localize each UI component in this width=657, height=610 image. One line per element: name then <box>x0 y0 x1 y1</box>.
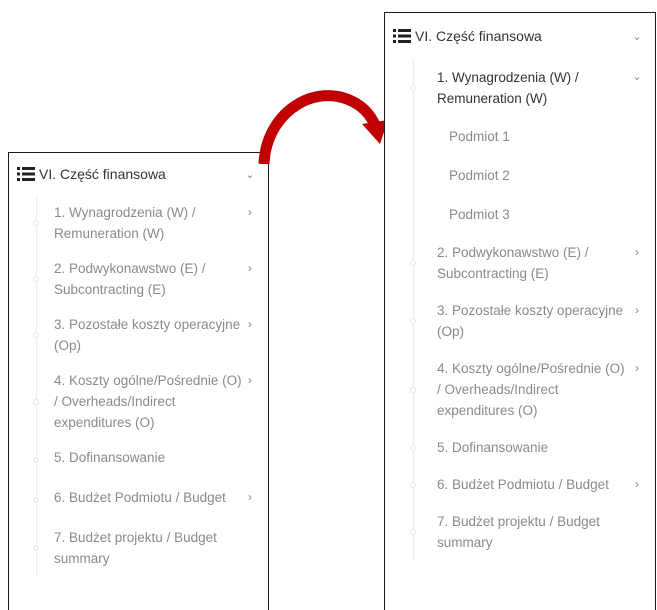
menu-item-remuneration[interactable]: 1. Wynagrodzenia (W) / Remuneration (W) … <box>9 195 268 251</box>
menu-item-subcontracting[interactable]: 2. Podwykonawstwo (E) / Subcontracting (… <box>9 251 268 307</box>
menu-items: 1. Wynagrodzenia (W) / Remuneration (W) … <box>385 59 655 561</box>
bullet-dot-icon <box>33 545 39 551</box>
curved-arrow-icon <box>258 90 388 165</box>
chevron-right-icon: › <box>635 303 639 317</box>
chevron-right-icon: › <box>248 490 252 504</box>
bullet-dot-icon <box>410 386 416 393</box>
menu-item-label: 1. Wynagrodzenia (W) / Remuneration (W) <box>54 205 196 241</box>
menu-item-label: 2. Podwykonawstwo (E) / Subcontracting (… <box>54 261 206 297</box>
finance-section-header[interactable]: VI. Część finansowa ⌄ <box>385 13 655 59</box>
section-title: VI. Część finansowa <box>415 28 542 44</box>
menu-item-overheads[interactable]: 4. Koszty ogólne/Pośrednie (O) / Overhea… <box>9 363 268 440</box>
chevron-down-icon: ⌄ <box>632 71 642 83</box>
menu-item-label: 3. Pozostałe koszty operacyjne (Op) <box>54 317 241 353</box>
section-title: VI. Część finansowa <box>39 166 166 182</box>
bullet-dot-icon <box>33 332 39 338</box>
list-icon <box>17 167 35 181</box>
chevron-right-icon: › <box>248 373 252 387</box>
submenu-item-podmiot-3[interactable]: Podmiot 3 <box>385 195 655 234</box>
menu-item-cofinancing[interactable]: 5. Dofinansowanie <box>9 440 268 480</box>
menu-item-label: 6. Budżet Podmiotu / Budget <box>437 477 609 492</box>
menu-item-label: 7. Budżet projektu / Budget summary <box>54 530 217 566</box>
bullet-dot-icon <box>410 85 416 91</box>
menu-item-label: 3. Pozostałe koszty operacyjne (Op) <box>437 303 624 339</box>
menu-item-project-budget[interactable]: 7. Budżet projektu / Budget summary <box>385 503 655 561</box>
bullet-dot-icon <box>33 276 39 282</box>
bullet-dot-icon <box>33 398 39 405</box>
menu-items: 1. Wynagrodzenia (W) / Remuneration (W) … <box>9 195 268 576</box>
bullet-dot-icon <box>410 260 416 266</box>
bullet-dot-icon <box>33 457 39 463</box>
submenu-item-podmiot-1[interactable]: Podmiot 1 <box>385 117 655 156</box>
menu-item-remuneration-expanded[interactable]: 1. Wynagrodzenia (W) / Remuneration (W) … <box>385 59 655 117</box>
menu-item-cofinancing[interactable]: 5. Dofinansowanie <box>385 429 655 466</box>
menu-item-subcontracting[interactable]: 2. Podwykonawstwo (E) / Subcontracting (… <box>385 234 655 292</box>
list-icon <box>393 29 411 43</box>
menu-item-label: 4. Koszty ogólne/Pośrednie (O) / Overhea… <box>54 373 242 430</box>
chevron-right-icon: › <box>635 477 639 491</box>
submenu-item-podmiot-2[interactable]: Podmiot 2 <box>385 156 655 195</box>
finance-section-header[interactable]: VI. Część finansowa ⌄ <box>9 153 268 195</box>
bullet-dot-icon <box>410 444 416 451</box>
chevron-right-icon: › <box>635 245 639 259</box>
menu-item-label: 2. Podwykonawstwo (E) / Subcontracting (… <box>437 245 589 281</box>
finance-menu-expanded: VI. Część finansowa ⌄ 1. Wynagrodzenia (… <box>384 12 656 610</box>
menu-item-label: 5. Dofinansowanie <box>437 440 549 455</box>
chevron-right-icon: › <box>248 317 252 331</box>
bullet-dot-icon <box>410 318 416 324</box>
chevron-down-icon: ⌄ <box>632 30 642 43</box>
chevron-right-icon: › <box>635 361 639 375</box>
menu-item-operating-costs[interactable]: 3. Pozostałe koszty operacyjne (Op) › <box>385 292 655 350</box>
bullet-dot-icon <box>410 481 416 488</box>
bullet-dot-icon <box>410 529 416 535</box>
chevron-right-icon: › <box>248 261 252 275</box>
menu-item-label: 7. Budżet projektu / Budget summary <box>437 514 600 550</box>
menu-item-label: 1. Wynagrodzenia (W) / Remuneration (W) <box>437 70 579 106</box>
bullet-dot-icon <box>33 220 39 226</box>
menu-item-entity-budget[interactable]: 6. Budżet Podmiotu / Budget › <box>385 466 655 503</box>
menu-item-project-budget[interactable]: 7. Budżet projektu / Budget summary <box>9 520 268 576</box>
menu-item-label: 6. Budżet Podmiotu / Budget <box>54 490 226 505</box>
screenshot-stage: VI. Część finansowa ⌄ 1. Wynagrodzenia (… <box>0 0 657 610</box>
finance-menu-collapsed: VI. Część finansowa ⌄ 1. Wynagrodzenia (… <box>8 152 269 610</box>
menu-item-overheads[interactable]: 4. Koszty ogólne/Pośrednie (O) / Overhea… <box>385 350 655 429</box>
menu-item-label: 5. Dofinansowanie <box>54 450 166 465</box>
menu-item-entity-budget[interactable]: 6. Budżet Podmiotu / Budget › <box>9 480 268 520</box>
menu-item-label: 4. Koszty ogólne/Pośrednie (O) / Overhea… <box>437 361 625 418</box>
chevron-right-icon: › <box>248 205 252 219</box>
bullet-dot-icon <box>33 497 39 503</box>
menu-item-operating-costs[interactable]: 3. Pozostałe koszty operacyjne (Op) › <box>9 307 268 363</box>
